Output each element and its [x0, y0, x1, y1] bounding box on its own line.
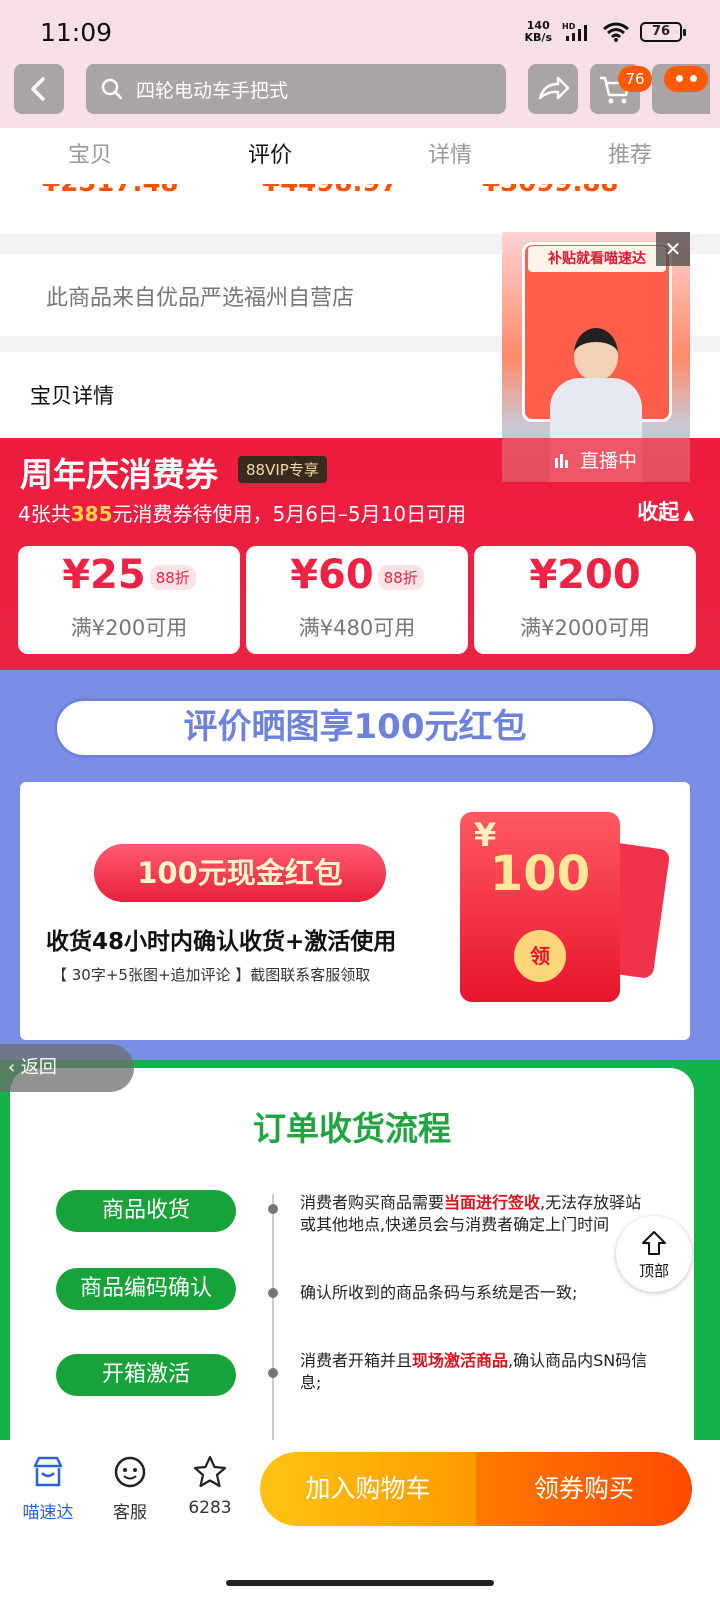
- envelope-amount: 100: [489, 846, 591, 902]
- tab-details[interactable]: 详情: [360, 128, 540, 184]
- coupon-title: 周年庆消费券: [20, 455, 218, 494]
- coupon-card[interactable]: ¥200 满¥2000可用: [474, 546, 696, 654]
- timeline-dot: [268, 1368, 278, 1378]
- buy-with-coupon-button[interactable]: 领券购买: [476, 1452, 692, 1526]
- order-flow-title: 订单收货流程: [253, 1109, 451, 1148]
- service-label: 客服: [113, 1503, 147, 1523]
- detail-header-text: 宝贝详情: [30, 384, 114, 408]
- coupon-condition: 满¥200可用: [70, 616, 188, 640]
- scroll-top-button[interactable]: 顶部: [616, 1216, 692, 1292]
- add-to-cart-button[interactable]: 加入购物车: [260, 1452, 476, 1526]
- bottom-action-bar: 喵速达 客服 6283 加入购物车 领券购买: [0, 1440, 720, 1600]
- live-status-bar[interactable]: 直播中: [502, 438, 690, 482]
- reward-condition: 收货48小时内确认收货+激活使用: [46, 929, 397, 955]
- back-tab[interactable]: ‹ 返回: [0, 1044, 134, 1092]
- discount-tag: 88折: [149, 564, 196, 590]
- related-price[interactable]: ¥2517.48: [42, 184, 179, 198]
- related-prices: ¥2517.48 ¥4498.97 ¥3099.88: [0, 184, 720, 234]
- home-indicator[interactable]: [226, 1580, 494, 1586]
- step-label: 商品编码确认: [56, 1268, 236, 1310]
- scroll-top-label: 顶部: [638, 1262, 669, 1280]
- timeline-dot: [268, 1204, 278, 1214]
- cash-red-packet-label: 100元现金红包: [94, 844, 386, 902]
- battery-icon: 76: [640, 22, 686, 42]
- live-status-label: 直播中: [580, 450, 638, 472]
- coupon-condition: 满¥2000可用: [520, 616, 650, 640]
- step-description: 确认所收到的商品条码与系统是否一致;: [300, 1283, 578, 1302]
- service-button[interactable]: 客服: [90, 1454, 170, 1523]
- tab-recommend[interactable]: 推荐: [540, 128, 720, 184]
- arrow-up-icon: [642, 1231, 666, 1255]
- store-info-text: 此商品来自优品严选福州自营店: [46, 286, 355, 311]
- order-flow-card: 订单收货流程 商品收货 消费者购买商品需要当面进行签收,无法存放驿站或其他地点,…: [10, 1068, 694, 1468]
- timeline-line: [272, 1194, 274, 1464]
- timeline-dot: [268, 1288, 278, 1298]
- order-flow-section: 订单收货流程 商品收货 消费者购买商品需要当面进行签收,无法存放驿站或其他地点,…: [0, 1060, 720, 1468]
- step-description: 消费者购买商品需要当面进行签收,无法存放驿站或其他地点,快递员会与消费者确定上门…: [300, 1193, 642, 1234]
- coupon-card[interactable]: ¥25 88折 满¥200可用: [18, 546, 240, 654]
- related-price[interactable]: ¥3099.88: [482, 184, 619, 198]
- coupon-value: ¥25 88折: [18, 552, 240, 598]
- close-icon[interactable]: ✕: [656, 232, 690, 266]
- chevron-up-icon: ▲: [683, 507, 694, 523]
- search-icon: [101, 78, 123, 100]
- coupon-card[interactable]: ¥60 88折 满¥480可用: [246, 546, 468, 654]
- coupon-value: ¥60 88折: [246, 552, 468, 598]
- discount-tag: 88折: [377, 564, 424, 590]
- chevron-left-icon: ‹: [8, 1057, 21, 1078]
- red-envelope-icon: ¥ 100 领: [460, 812, 620, 1002]
- live-bars-icon: [555, 454, 568, 468]
- step-label: 开箱激活: [56, 1354, 236, 1396]
- step-label: 商品收货: [56, 1190, 236, 1232]
- cart-count-badge: 76: [618, 66, 652, 92]
- reward-card: 100元现金红包 收货48小时内确认收货+激活使用 【 30字+5张图+追加评论…: [20, 782, 690, 1040]
- coupon-condition: 满¥480可用: [298, 616, 416, 640]
- vip-badge: 88VIP专享: [238, 456, 327, 483]
- status-bar: 11:09 140 KB/s HD 76: [0, 0, 720, 62]
- search-query: 四轮电动车手把式: [136, 79, 289, 102]
- shop-icon: [33, 1456, 63, 1487]
- envelope-seal: 领: [514, 930, 566, 982]
- top-nav-bar: 四轮电动车手把式 76: [0, 62, 720, 128]
- search-bar[interactable]: 四轮电动车手把式: [86, 64, 506, 114]
- reward-requirements: 【 30字+5张图+追加评论 】截图联系客服领取: [52, 966, 371, 984]
- shop-label: 喵速达: [22, 1503, 74, 1523]
- product-tabs: 宝贝 评价 详情 推荐: [0, 128, 720, 184]
- favorite-button[interactable]: 6283: [170, 1454, 250, 1518]
- share-icon: [538, 76, 570, 100]
- shop-button[interactable]: 喵速达: [8, 1454, 88, 1523]
- status-icons: 140 KB/s HD 76: [524, 19, 686, 44]
- back-icon: [31, 77, 45, 101]
- live-banner: 补贴就看喵速达: [528, 246, 666, 272]
- clock: 11:09: [40, 18, 113, 47]
- collapse-button[interactable]: 收起 ▲: [637, 496, 694, 526]
- signal-icon: HD: [562, 22, 587, 41]
- coupon-subtitle: 4张共385元消费券待使用，5月6日–5月10日可用: [18, 502, 467, 526]
- related-price[interactable]: ¥4498.97: [262, 184, 399, 198]
- svg-text:HD: HD: [562, 22, 576, 31]
- review-reward-section: 评价晒图享100元红包 100元现金红包 收货48小时内确认收货+激活使用 【 …: [0, 670, 720, 1060]
- more-icon[interactable]: [664, 66, 708, 92]
- star-icon: [193, 1455, 227, 1488]
- step-description: 消费者开箱并且现场激活商品,确认商品内SN码信息;: [300, 1351, 648, 1392]
- reward-banner: 评价晒图享100元红包: [54, 698, 656, 758]
- coupon-value: ¥200: [529, 552, 641, 598]
- wifi-icon: [603, 22, 629, 42]
- favorite-count: 6283: [188, 1498, 232, 1518]
- service-icon: [114, 1456, 146, 1488]
- tab-reviews[interactable]: 评价: [180, 128, 360, 184]
- back-button[interactable]: [14, 64, 64, 114]
- share-button[interactable]: [528, 64, 578, 114]
- tab-item[interactable]: 宝贝: [0, 128, 180, 184]
- net-speed: 140 KB/s: [524, 19, 552, 44]
